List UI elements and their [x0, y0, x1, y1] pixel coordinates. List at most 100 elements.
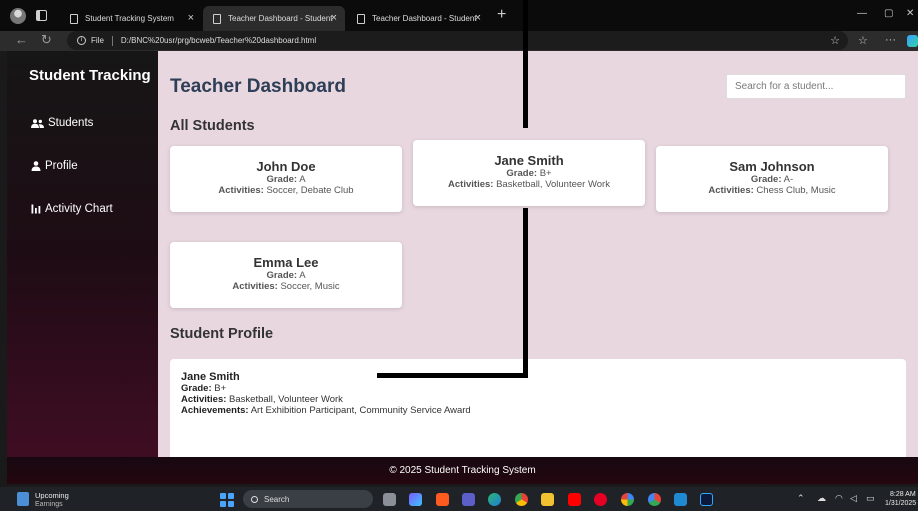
- minimize-button[interactable]: —: [857, 8, 867, 19]
- sidebar-item-students[interactable]: Students: [31, 117, 93, 129]
- all-students-heading: All Students: [170, 118, 255, 134]
- sidebar-item-label: Profile: [45, 160, 78, 172]
- edge-icon[interactable]: [488, 493, 501, 506]
- address-scheme-label: File: [91, 36, 104, 45]
- taskbar-search-label: Search: [264, 494, 290, 504]
- tray-overflow-icon[interactable]: ⌃: [797, 493, 805, 504]
- profile-name: Jane Smith: [181, 371, 240, 383]
- brave-icon[interactable]: [436, 493, 449, 506]
- copilot-icon[interactable]: [907, 35, 918, 47]
- info-icon[interactable]: i: [77, 36, 86, 45]
- student-card-john-doe[interactable]: John Doe Grade: A Activities: Soccer, De…: [170, 146, 402, 212]
- document-icon: [213, 13, 221, 24]
- screen: Student Tracking System × Teacher Dashbo…: [0, 0, 918, 511]
- tab-title: Teacher Dashboard - Student Tracking Sys…: [372, 14, 480, 23]
- profile-achievements: Achievements: Art Exhibition Participant…: [181, 405, 471, 416]
- taskbar-time[interactable]: 8:28 AM: [890, 491, 916, 498]
- browser-tab-strip: Student Tracking System × Teacher Dashbo…: [0, 0, 918, 31]
- student-card-jane-smith[interactable]: Jane Smith Grade: B+ Activities: Basketb…: [413, 140, 645, 206]
- document-icon: [357, 13, 365, 24]
- annotation-line-vertical: [523, 208, 528, 378]
- student-name: Emma Lee: [253, 255, 319, 270]
- tab-title: Teacher Dashboard - Student Tracking Sys…: [228, 14, 336, 23]
- tab-close-icon[interactable]: ×: [475, 12, 481, 24]
- file-explorer-icon[interactable]: [541, 493, 554, 506]
- browser-profile-avatar[interactable]: [10, 8, 26, 24]
- pinterest-icon[interactable]: [594, 493, 607, 506]
- student-grade: Grade: A-: [750, 174, 794, 185]
- student-card-emma-lee[interactable]: Emma Lee Grade: A Activities: Soccer, Mu…: [170, 242, 402, 308]
- student-profile-panel: Jane Smith Grade: B+ Activities: Basketb…: [170, 359, 906, 457]
- student-name: Sam Johnson: [729, 159, 815, 174]
- student-activities: Activities: Basketball, Volunteer Work: [448, 179, 610, 190]
- page-title: Teacher Dashboard: [170, 76, 346, 97]
- volume-icon[interactable]: ◁: [850, 493, 857, 504]
- address-bar[interactable]: i File D:/BNC%20usr/prg/bcweb/Teacher%20…: [67, 31, 848, 50]
- address-separator: [111, 35, 113, 46]
- favorite-star-icon[interactable]: ☆: [830, 34, 840, 47]
- copilot-app-icon[interactable]: [409, 493, 422, 506]
- sidebar-item-label: Students: [48, 117, 94, 129]
- news-widget-icon[interactable]: [17, 492, 29, 506]
- tab-title: Student Tracking System: [85, 14, 174, 23]
- page-footer: © 2025 Student Tracking System: [7, 457, 918, 484]
- task-view-icon[interactable]: [383, 493, 396, 506]
- tab-actions-icon[interactable]: [36, 10, 47, 21]
- taskbar: Upcoming Earnings Search ⌃ ☁ ◠ ◁ ▭ 8:28 …: [0, 487, 918, 511]
- student-name: Jane Smith: [494, 153, 564, 168]
- user-icon: [31, 161, 41, 171]
- student-activities: Activities: Soccer, Debate Club: [218, 185, 354, 196]
- new-tab-button[interactable]: +: [497, 6, 506, 24]
- widget-title: Upcoming: [35, 491, 69, 500]
- chrome-profile-icon[interactable]: [648, 493, 661, 506]
- document-icon: [70, 13, 78, 24]
- browser-tab-teacher-dashboard[interactable]: Teacher Dashboard - Student Tracking Sys…: [347, 6, 489, 31]
- profile-activities: Activities: Basketball, Volunteer Work: [181, 394, 343, 405]
- refresh-button[interactable]: ↻: [41, 32, 52, 48]
- annotation-line-top: [523, 0, 528, 128]
- sidebar-item-activity-chart[interactable]: Activity Chart: [31, 203, 113, 215]
- student-grade: Grade: B+: [506, 168, 552, 179]
- back-button[interactable]: ←: [15, 32, 28, 48]
- youtube-icon[interactable]: [568, 493, 581, 506]
- tab-close-icon[interactable]: ×: [331, 12, 337, 24]
- photoshop-icon[interactable]: [700, 493, 713, 506]
- taskbar-date[interactable]: 1/31/2025: [885, 500, 916, 507]
- browser-tab-teacher-dashboard-active[interactable]: Teacher Dashboard - Student Tracking Sys…: [203, 6, 345, 31]
- sidebar: Student Tracking Students Profile Activi: [7, 51, 158, 457]
- start-button[interactable]: [220, 493, 234, 507]
- student-activities: Activities: Soccer, Music: [232, 281, 340, 292]
- maximize-button[interactable]: ▢: [884, 8, 893, 19]
- teams-icon[interactable]: [462, 493, 475, 506]
- users-icon: [31, 118, 44, 128]
- search-icon: [251, 495, 258, 503]
- sidebar-item-profile[interactable]: Profile: [31, 160, 78, 172]
- student-name: John Doe: [256, 159, 316, 174]
- favorites-icon[interactable]: ☆: [858, 34, 868, 47]
- wifi-icon[interactable]: ◠: [835, 493, 843, 504]
- address-url: D:/BNC%20usr/prg/bcweb/Teacher%20dashboa…: [120, 36, 317, 45]
- battery-icon[interactable]: ▭: [866, 493, 875, 504]
- web-page: Student Tracking Students Profile Activi: [7, 51, 918, 457]
- chrome-icon[interactable]: [515, 493, 528, 506]
- onedrive-icon[interactable]: ☁: [817, 493, 826, 504]
- profile-grade: Grade: B+: [181, 383, 227, 394]
- address-toolbar: ← ↻ i File D:/BNC%20usr/prg/bcweb/Teache…: [0, 31, 918, 51]
- student-grade: Grade: A: [266, 174, 306, 185]
- student-activities: Activities: Chess Club, Music: [708, 185, 836, 196]
- taskbar-search[interactable]: Search: [243, 490, 373, 508]
- annotation-line-horizontal: [377, 373, 528, 378]
- bar-chart-icon: [31, 204, 41, 214]
- student-card-sam-johnson[interactable]: Sam Johnson Grade: A- Activities: Chess …: [656, 146, 888, 212]
- close-window-button[interactable]: ✕: [906, 8, 914, 19]
- student-search-input[interactable]: [726, 74, 906, 99]
- sidebar-brand: Student Tracking: [29, 67, 151, 84]
- tab-close-icon[interactable]: ×: [188, 12, 194, 24]
- student-grade: Grade: A: [266, 270, 306, 281]
- sidebar-item-label: Activity Chart: [45, 203, 113, 215]
- widget-subtitle: Earnings: [35, 501, 63, 508]
- google-icon[interactable]: [621, 493, 634, 506]
- more-options-icon[interactable]: ···: [885, 34, 896, 46]
- vscode-icon[interactable]: [674, 493, 687, 506]
- browser-tab-student-tracking[interactable]: Student Tracking System ×: [60, 6, 202, 31]
